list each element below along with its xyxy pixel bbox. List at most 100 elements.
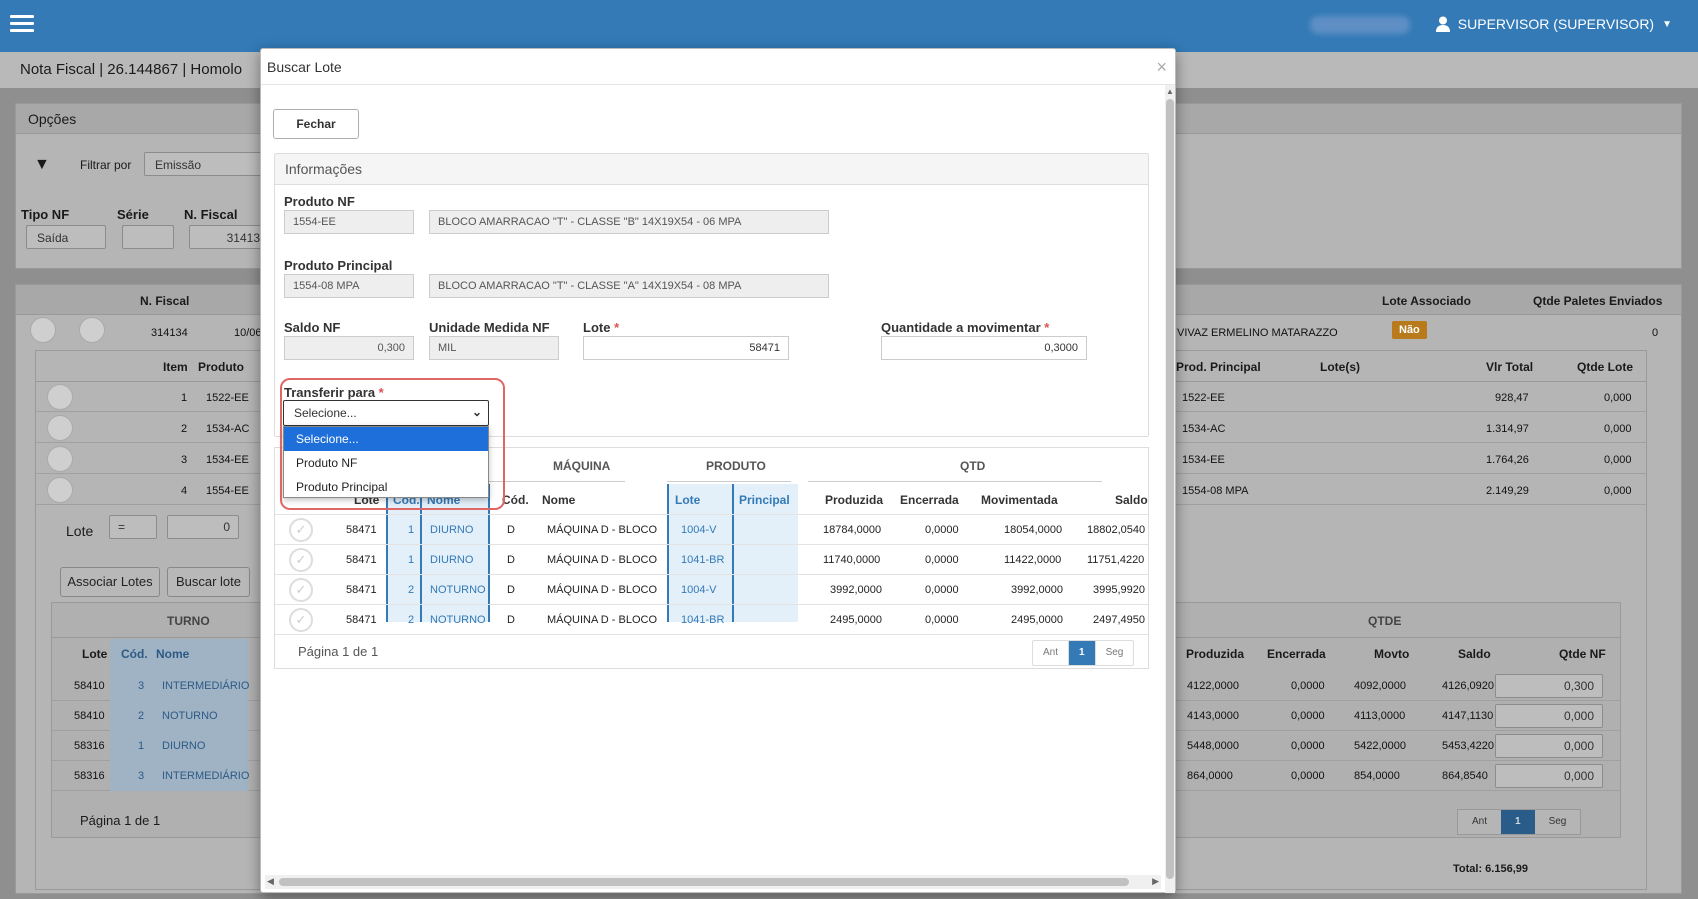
scrollbar-thumb[interactable] bbox=[279, 878, 1129, 886]
col-lote-associado: Lote Associado bbox=[1382, 294, 1471, 308]
modal-horizontal-scrollbar[interactable]: ◀ ▶ bbox=[265, 875, 1161, 889]
check-icon[interactable]: ✓ bbox=[289, 548, 313, 572]
col-produto: Produto bbox=[198, 360, 244, 374]
serie-input[interactable] bbox=[122, 225, 174, 249]
box-icon[interactable] bbox=[47, 446, 73, 472]
col-qtde-paletes: Qtde Paletes Enviados bbox=[1533, 294, 1663, 308]
unidade-label: Unidade Medida NF bbox=[429, 320, 550, 335]
produto-nf-desc: BLOCO AMARRACAO "T" - CLASSE "B" 14X19X5… bbox=[429, 210, 829, 234]
check-icon[interactable]: ✓ bbox=[289, 578, 313, 602]
col-encerrada: Encerrada bbox=[900, 493, 959, 507]
page-title: Nota Fiscal | 26.144867 | Homolo bbox=[20, 61, 243, 78]
col-cod: Cód. bbox=[121, 647, 148, 661]
produto-nf-code: 1554-EE bbox=[284, 210, 414, 234]
scrollbar-thumb[interactable] bbox=[1166, 99, 1174, 879]
pager-current[interactable]: 1 bbox=[1069, 641, 1096, 665]
caret-down-icon: ▼ bbox=[1662, 18, 1672, 30]
qtde-nf-input[interactable]: 0,000 bbox=[1495, 764, 1603, 788]
saldo-nf-label: Saldo NF bbox=[284, 320, 341, 335]
user-label: SUPERVISOR (SUPERVISOR) bbox=[1457, 16, 1655, 32]
table-row[interactable]: ✓ 58471 2 NOTURNO D MÁQUINA D - BLOCO 10… bbox=[275, 574, 1148, 604]
col-nfiscal: N. Fiscal bbox=[140, 294, 190, 308]
produto-principal-desc: BLOCO AMARRACAO "T" - CLASSE "A" 14X19X5… bbox=[429, 274, 829, 298]
unidade-value: MIL bbox=[429, 336, 559, 360]
lote-operator-select[interactable]: = bbox=[109, 515, 157, 539]
status-badge: Não bbox=[1392, 321, 1427, 339]
table-row[interactable]: ✓ 58471 1 DIURNO D MÁQUINA D - BLOCO 104… bbox=[275, 544, 1148, 574]
filter-icon[interactable]: ▼ bbox=[34, 156, 50, 174]
col-lotes: Lote(s) bbox=[1320, 360, 1360, 374]
col-movto: Movto bbox=[1374, 647, 1410, 661]
produto-nf-label: Produto NF bbox=[284, 194, 355, 209]
grid-pager: Ant 1 Seg bbox=[1032, 640, 1135, 666]
table-row[interactable]: ✓ 58471 2 NOTURNO D MÁQUINA D - BLOCO 10… bbox=[275, 604, 1148, 634]
blurred-info bbox=[1310, 16, 1410, 34]
qtde-nf-input[interactable]: 0,000 bbox=[1495, 734, 1603, 758]
filter-label: Filtrar por bbox=[80, 158, 132, 172]
grid-pagination: Página 1 de 1 bbox=[298, 644, 379, 659]
box-icon[interactable] bbox=[47, 415, 73, 441]
nfiscal-label: N. Fiscal bbox=[184, 207, 238, 222]
saldo-nf-value: 0,300 bbox=[284, 336, 414, 360]
col-maquina-nome: Nome bbox=[542, 493, 576, 507]
close-icon[interactable]: × bbox=[1156, 57, 1167, 78]
modal-vertical-scrollbar[interactable]: ▲ bbox=[1165, 85, 1175, 893]
tipo-nf-select[interactable]: Saída bbox=[26, 225, 106, 249]
associar-lotes-button[interactable]: Associar Lotes bbox=[60, 567, 160, 597]
check-icon[interactable]: ✓ bbox=[289, 608, 313, 632]
filter-select[interactable]: Emissão bbox=[144, 152, 274, 176]
col-qtde-lote: Qtde Lote bbox=[1577, 360, 1633, 374]
nfiscal-input[interactable]: 31413 bbox=[189, 225, 269, 249]
qtd-movimentar-label: Quantidade a movimentar * bbox=[881, 320, 1050, 335]
col-item: Item bbox=[163, 360, 188, 374]
nf-paletes: 0 bbox=[1652, 327, 1659, 339]
lotes-pagination: Página 1 de 1 bbox=[80, 813, 161, 828]
box-icon[interactable] bbox=[47, 477, 73, 503]
col-produto-principal: Principal bbox=[739, 493, 790, 507]
group-turno: TURNO bbox=[167, 614, 210, 628]
highlight-annotation bbox=[280, 378, 505, 510]
pager-prev[interactable]: Ant bbox=[1458, 810, 1502, 834]
lote-filter-input[interactable]: 0 bbox=[167, 515, 239, 539]
check-icon[interactable]: ✓ bbox=[289, 518, 313, 542]
col-produzida: Produzida bbox=[825, 493, 884, 507]
fechar-button[interactable]: Fechar bbox=[273, 109, 359, 139]
nf-client: VIVAZ ERMELINO MATARAZZO bbox=[1177, 327, 1338, 339]
tipo-nf-label: Tipo NF bbox=[21, 207, 70, 222]
user-menu[interactable]: SUPERVISOR (SUPERVISOR) ▼ bbox=[1435, 16, 1672, 32]
col-saldo: Saldo bbox=[1458, 647, 1491, 661]
pager-next[interactable]: Seg bbox=[1096, 641, 1134, 665]
qtde-nf-input[interactable]: 0,300 bbox=[1495, 674, 1603, 698]
col-produto-lote: Lote bbox=[675, 493, 701, 507]
lote-input[interactable]: 58471 bbox=[583, 336, 789, 360]
qtd-movimentar-input[interactable]: 0,3000 bbox=[881, 336, 1087, 360]
col-produzida: Produzida bbox=[1186, 647, 1245, 661]
menu-icon[interactable] bbox=[10, 15, 34, 33]
pager-next[interactable]: Seg bbox=[1534, 810, 1581, 834]
modal-title: Buscar Lote bbox=[267, 59, 342, 75]
options-title: Opções bbox=[28, 111, 77, 127]
group-produto: PRODUTO bbox=[706, 459, 766, 473]
col-qtde-nf: Qtde NF bbox=[1559, 647, 1606, 661]
lotes-pager: Ant 1 Seg bbox=[1457, 809, 1582, 835]
pager-current[interactable]: 1 bbox=[1501, 810, 1535, 834]
nf-date: 10/06 bbox=[234, 327, 262, 339]
box-icon[interactable] bbox=[30, 317, 56, 343]
user-icon bbox=[1435, 16, 1450, 32]
col-lote: Lote bbox=[82, 647, 108, 661]
box-icon[interactable] bbox=[47, 384, 73, 410]
col-maquina-cod: Cód. bbox=[502, 493, 529, 507]
qtde-nf-input[interactable]: 0,000 bbox=[1495, 704, 1603, 728]
lote-label: Lote * bbox=[583, 320, 620, 335]
info-title: Informações bbox=[275, 154, 1148, 185]
nf-number: 314134 bbox=[151, 327, 188, 339]
top-navbar: SUPERVISOR (SUPERVISOR) ▼ bbox=[0, 0, 1698, 52]
produto-principal-code: 1554-08 MPA bbox=[284, 274, 414, 298]
table-row[interactable]: ✓ 58471 1 DIURNO D MÁQUINA D - BLOCO 100… bbox=[275, 514, 1148, 544]
lote-filter-label: Lote bbox=[66, 523, 94, 539]
col-saldo: Saldo bbox=[1115, 493, 1148, 507]
pager-prev[interactable]: Ant bbox=[1033, 641, 1070, 665]
col-prod-principal: Prod. Principal bbox=[1176, 360, 1261, 374]
list-icon[interactable] bbox=[79, 317, 105, 343]
buscar-lote-button[interactable]: Buscar lote bbox=[167, 567, 250, 597]
